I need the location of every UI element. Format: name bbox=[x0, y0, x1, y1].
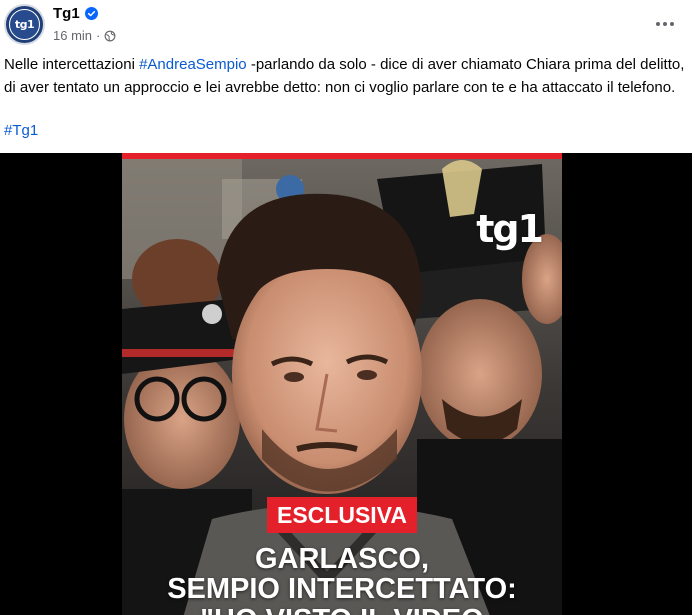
globe-icon bbox=[104, 30, 116, 41]
headline-line-2: SEMPIO INTERCETTATO: bbox=[167, 573, 517, 605]
more-options-icon[interactable] bbox=[651, 10, 679, 38]
avatar-logo-circle: tg1 bbox=[9, 9, 40, 40]
headline-line-3: "HO VISTO IL VIDEO bbox=[122, 605, 562, 615]
verified-badge-icon bbox=[84, 7, 98, 20]
hashtag-link-tg1[interactable]: #Tg1 bbox=[4, 122, 38, 139]
meta-separator: · bbox=[96, 28, 101, 43]
tg1-logo: tg1 bbox=[476, 207, 544, 251]
hashtag-link-andreasempio[interactable]: #AndreaSempio bbox=[139, 56, 247, 73]
avatar-logo-text: tg1 bbox=[14, 18, 35, 31]
post-meta: 16 min · bbox=[53, 28, 116, 43]
post-text-prefix: Nelle intercettazioni bbox=[4, 56, 140, 73]
page-avatar[interactable]: tg1 bbox=[4, 4, 45, 45]
page-name-row: Tg1 bbox=[53, 5, 98, 22]
page-name-link[interactable]: Tg1 bbox=[53, 5, 80, 22]
news-card-image[interactable]: tg1 ESCLUSIVA GARLASCO, SEMPIO INTERCETT… bbox=[122, 153, 562, 615]
post-header: tg1 Tg1 16 min · bbox=[0, 0, 695, 52]
exclusive-badge: ESCLUSIVA bbox=[267, 497, 417, 533]
headline-line-1: GARLASCO, bbox=[255, 543, 429, 575]
post-timestamp[interactable]: 16 min bbox=[53, 28, 92, 43]
post-footer-hashtag-line: #Tg1 bbox=[4, 120, 38, 142]
post-message: Nelle intercettazioni #AndreaSempio -par… bbox=[4, 54, 688, 99]
post-media[interactable]: tg1 ESCLUSIVA GARLASCO, SEMPIO INTERCETT… bbox=[0, 153, 692, 615]
